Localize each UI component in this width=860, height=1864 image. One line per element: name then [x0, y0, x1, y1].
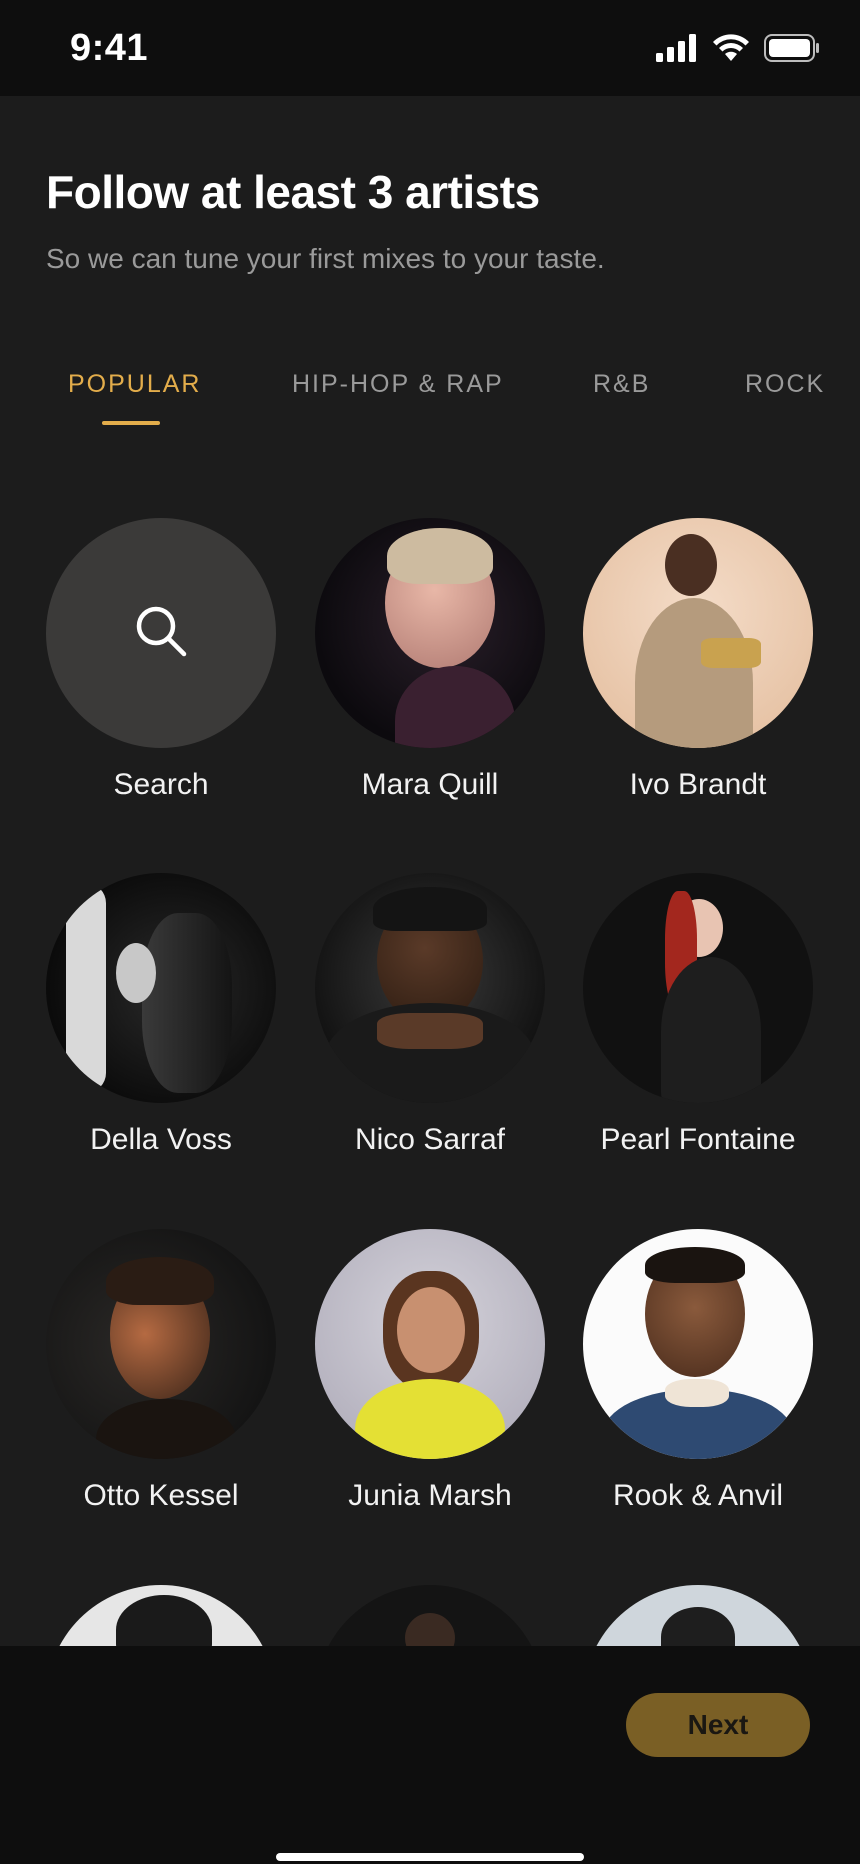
genre-tabs: POPULAR HIP-HOP & RAP R&B ROCK [0, 370, 860, 440]
search-tile[interactable]: Search [27, 518, 295, 802]
tab-rock[interactable]: ROCK [745, 370, 825, 399]
artist-avatar[interactable] [315, 1229, 545, 1459]
battery-icon [764, 34, 820, 62]
header: Follow at least 3 artists So we can tune… [46, 165, 826, 275]
artist-name: Nico Sarraf [354, 1123, 506, 1156]
tab-rnb[interactable]: R&B [593, 370, 650, 399]
status-time: 9:41 [70, 26, 149, 69]
artist-name: Della Voss [90, 1123, 232, 1156]
artist-tile[interactable]: Rook & Anvil [564, 1229, 832, 1513]
wifi-icon [712, 34, 750, 62]
onboarding-screen: 9:41 Follow at least 3 artists So we can… [0, 0, 860, 1864]
active-tab-indicator [102, 421, 160, 425]
status-icons [656, 34, 820, 62]
artist-avatar[interactable] [46, 1229, 276, 1459]
search-icon [133, 603, 189, 664]
artist-tile[interactable]: Junia Marsh [296, 1229, 564, 1513]
next-button[interactable]: Next [626, 1693, 810, 1757]
artist-name: Pearl Fontaine [600, 1123, 796, 1156]
home-indicator[interactable] [276, 1853, 584, 1861]
artist-tile[interactable]: Nico Sarraf [296, 873, 564, 1157]
artist-avatar[interactable] [315, 873, 545, 1103]
search-label: Search [113, 768, 209, 801]
page-subtitle: So we can tune your first mixes to your … [46, 243, 605, 274]
artist-tile[interactable] [27, 1585, 295, 1646]
bottom-bar: Next [0, 1646, 860, 1864]
artist-tile[interactable]: Pearl Fontaine [564, 873, 832, 1157]
artist-name: Rook & Anvil [612, 1479, 784, 1512]
artist-name: Junia Marsh [348, 1479, 512, 1512]
artist-tile[interactable]: Ivo Brandt [564, 518, 832, 802]
artist-avatar[interactable] [315, 518, 545, 748]
artist-tile[interactable]: Della Voss [27, 873, 295, 1157]
artist-avatar[interactable] [583, 873, 813, 1103]
artist-avatar[interactable] [583, 1585, 813, 1646]
artist-grid: Search Mara Quill Ivo Brandt Della Voss … [0, 470, 860, 1646]
artist-avatar[interactable] [583, 518, 813, 748]
status-bar: 9:41 [0, 0, 860, 96]
artist-tile[interactable]: Otto Kessel [27, 1229, 295, 1513]
artist-avatar[interactable] [46, 873, 276, 1103]
artist-avatar[interactable] [315, 1585, 545, 1646]
tab-hip-hop-rap[interactable]: HIP-HOP & RAP [292, 370, 504, 399]
artist-avatar[interactable] [583, 1229, 813, 1459]
tab-popular[interactable]: POPULAR [68, 370, 201, 399]
artist-name: Otto Kessel [83, 1479, 239, 1512]
artist-tile[interactable] [564, 1585, 832, 1646]
cellular-signal-icon [656, 34, 698, 62]
page-title: Follow at least 3 artists [46, 166, 540, 218]
search-circle[interactable] [46, 518, 276, 748]
artist-name: Ivo Brandt [629, 768, 767, 801]
artist-avatar[interactable] [46, 1585, 276, 1646]
artist-tile[interactable] [296, 1585, 564, 1646]
artist-tile[interactable]: Mara Quill [296, 518, 564, 802]
artist-name: Mara Quill [361, 768, 499, 801]
